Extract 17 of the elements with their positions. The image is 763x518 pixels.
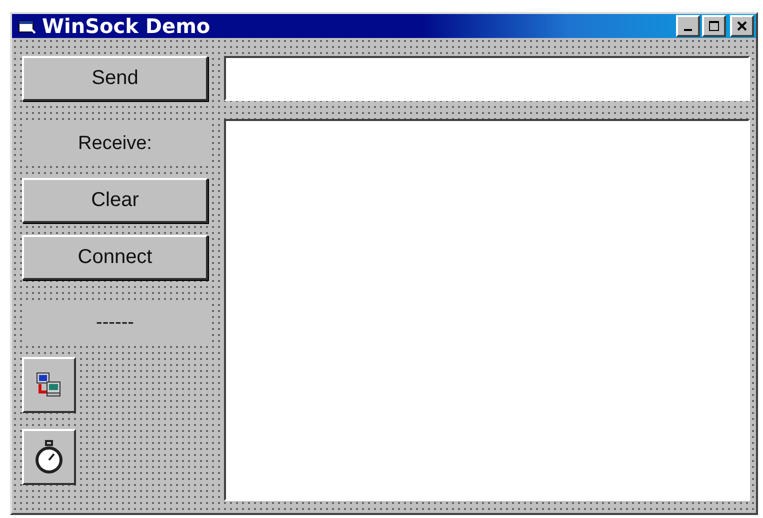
close-icon (737, 21, 747, 31)
maximize-button[interactable] (702, 15, 726, 37)
window-title: WinSock Demo (42, 14, 210, 38)
status-label: ------ (96, 312, 134, 334)
clear-button[interactable]: Clear (22, 178, 208, 223)
maximize-icon (709, 21, 719, 31)
close-button[interactable] (730, 15, 754, 37)
send-text-field[interactable] (224, 56, 750, 101)
control-box[interactable] (22, 357, 76, 413)
minimize-icon (684, 29, 692, 31)
minimize-button[interactable] (676, 15, 700, 37)
receive-label: Receive: (78, 132, 152, 154)
connect-button[interactable]: Connect (22, 235, 208, 280)
control-box[interactable] (22, 429, 76, 485)
form-icon (18, 18, 36, 34)
stopwatch-icon (34, 440, 64, 474)
send-button[interactable]: Send (22, 56, 208, 101)
